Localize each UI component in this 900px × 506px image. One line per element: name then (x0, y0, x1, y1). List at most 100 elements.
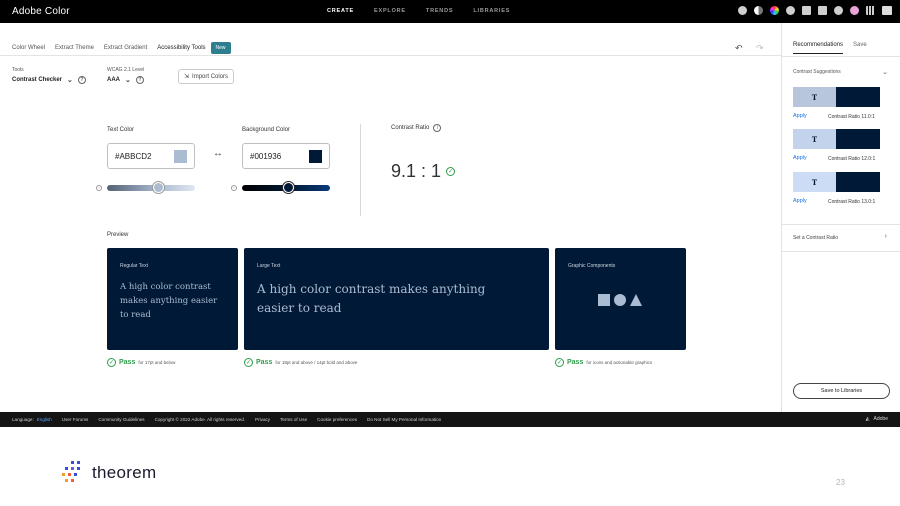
language-select[interactable]: English (37, 417, 52, 422)
suggestion-ratio: Contrast Ratio 13.0:1 (828, 199, 876, 205)
card-sample-text: A high color contrast makes anything eas… (120, 282, 218, 320)
text-color-label: Text Color (107, 127, 135, 133)
text-color-slider[interactable] (107, 185, 195, 191)
wcag-dropdown[interactable]: AAA ⌄ ? (107, 76, 144, 84)
color-wheel-icon[interactable] (770, 6, 779, 15)
help-icon[interactable] (786, 6, 795, 15)
notifications-icon[interactable] (834, 6, 843, 15)
background-color-swatch[interactable] (309, 150, 322, 163)
chevron-down-icon[interactable]: ⌄ (882, 68, 888, 76)
suggestion-text-sample: T (793, 129, 836, 149)
swap-icon[interactable]: ↔ (213, 148, 223, 159)
set-contrast-ratio[interactable]: Set a Contrast Ratio (793, 235, 838, 241)
tab-recommendations[interactable]: Recommendations (793, 42, 844, 54)
tab-color-wheel[interactable]: Color Wheel (12, 45, 45, 51)
check-circle-icon: ✓ (555, 358, 564, 367)
contrast-suggestions-heading[interactable]: Contrast Suggestions (793, 69, 841, 75)
suggestion-swatch-1[interactable]: T (793, 87, 880, 107)
adobe-footer-logo[interactable]: ◭ Adobe (866, 416, 888, 422)
footer-link[interactable]: User Forums (62, 417, 89, 422)
footer-link[interactable]: Terms of Use (280, 417, 307, 422)
theorem-wordmark: theorem (92, 463, 157, 482)
import-colors-button[interactable]: ⇲ Import Colors (178, 69, 235, 84)
background-color-hex: #001936 (250, 152, 282, 161)
pass-note: for 18pt and above / 14pt bold and above (275, 360, 358, 365)
theorem-logo: theorem (62, 461, 156, 485)
undo-icon[interactable]: ↶ (735, 43, 743, 54)
card-caption: Large Text (257, 263, 281, 269)
check-circle-icon: ✓ (107, 358, 116, 367)
contrast-ratio-label: Contrast Ratio (391, 125, 430, 131)
chat-icon[interactable] (818, 6, 827, 15)
contrast-ratio-value-wrap: 9.1 : 1 ✓ (391, 161, 456, 182)
contrast-ratio-header: Contrast Ratio i (391, 124, 442, 132)
tools-value: Contrast Checker (12, 77, 63, 83)
theme-icon[interactable] (754, 6, 763, 15)
top-nav-bar: Adobe Color CREATE EXPLORE TRENDS LIBRAR… (0, 0, 900, 23)
tools-dropdown[interactable]: Contrast Checker ⌄ ? (12, 76, 86, 84)
redo-icon[interactable]: ↷ (756, 43, 764, 54)
background-color-label: Background Color (242, 127, 291, 133)
page-number: 23 (836, 478, 845, 487)
chevron-down-icon: ⌄ (67, 77, 73, 84)
panel-divider (782, 251, 900, 252)
pass-label: Pass (256, 359, 273, 366)
apply-link[interactable]: Apply (793, 198, 807, 204)
preview-label: Preview (107, 232, 129, 238)
panel-tabs: Recommendations Save (793, 42, 867, 54)
nav-create[interactable]: CREATE (327, 8, 354, 14)
suggestion-ratio: Contrast Ratio 11.0:1 (828, 114, 875, 120)
help-icon[interactable]: i (433, 124, 442, 132)
adobe-icon: ◭ (865, 416, 870, 422)
text-color-hex: #ABBCD2 (115, 152, 152, 161)
vertical-divider (360, 124, 361, 216)
tools-label: Tools (12, 67, 24, 73)
apply-link[interactable]: Apply (793, 113, 807, 119)
suggestion-background (836, 172, 880, 192)
import-icon: ⇲ (184, 74, 190, 80)
background-color-field[interactable]: #001936 (242, 143, 330, 169)
settings-icon[interactable] (738, 6, 747, 15)
help-icon[interactable]: ? (77, 76, 86, 84)
wcag-label: WCAG 2.1 Level (107, 67, 145, 73)
apply-link[interactable]: Apply (793, 155, 807, 161)
decrease-icon[interactable]: - (96, 185, 102, 191)
footer-link[interactable]: Community Guidelines (98, 417, 144, 422)
panel-divider (782, 224, 900, 225)
panel-divider (782, 56, 900, 57)
suggestion-background (836, 87, 880, 107)
copyright-text: Copyright © 2022 Adobe. All rights reser… (154, 417, 246, 422)
chevron-right-icon[interactable]: › (885, 233, 887, 240)
tab-extract-gradient[interactable]: Extract Gradient (104, 45, 147, 51)
pass-regular: ✓ Pass for 17pt and below (107, 358, 175, 367)
save-to-libraries-button[interactable]: Save to Libraries (793, 383, 890, 399)
decrease-icon[interactable]: - (231, 185, 237, 191)
text-color-field[interactable]: #ABBCD2 (107, 143, 195, 169)
contrast-ratio-value: 9.1 : 1 (391, 161, 442, 181)
footer-link[interactable]: Do Not Sell My Personal Information (367, 417, 441, 422)
tab-extract-theme[interactable]: Extract Theme (55, 45, 94, 51)
adobe-icon[interactable] (882, 6, 892, 15)
apps-grid-icon[interactable] (866, 6, 875, 15)
text-color-slider-handle[interactable] (152, 182, 164, 193)
suggestion-swatch-3[interactable]: T (793, 172, 880, 192)
help-icon[interactable]: ? (135, 76, 144, 84)
app-title[interactable]: Adobe Color (12, 6, 70, 17)
nav-explore[interactable]: EXPLORE (374, 8, 406, 14)
text-color-swatch[interactable] (174, 150, 187, 163)
nav-trends[interactable]: TRENDS (426, 8, 453, 14)
suggestion-swatch-2[interactable]: T (793, 129, 880, 149)
tool-tabs: Color Wheel Extract Theme Extract Gradie… (12, 40, 231, 56)
recommendations-panel: Recommendations Save Contrast Suggestion… (781, 23, 900, 412)
pass-label: Pass (567, 359, 584, 366)
theorem-pixel-icon (62, 461, 86, 485)
nav-libraries[interactable]: LIBRARIES (473, 8, 510, 14)
background-color-slider-handle[interactable] (283, 182, 295, 193)
footer-link[interactable]: Privacy (255, 417, 270, 422)
avatar[interactable] (850, 6, 859, 15)
tab-save[interactable]: Save (853, 42, 867, 54)
language-label: Language: (12, 417, 34, 422)
check-circle-icon: ✓ (244, 358, 253, 367)
footer-link[interactable]: Cookie preferences (317, 417, 357, 422)
feedback-icon[interactable] (802, 6, 811, 15)
